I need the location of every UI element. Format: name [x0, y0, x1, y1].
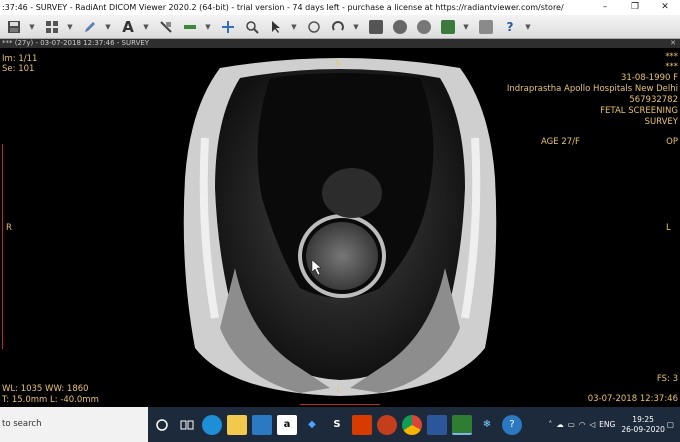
amazon-icon[interactable]: a: [277, 414, 297, 435]
patient-name-line2: ***: [665, 62, 678, 72]
chevron-down-icon[interactable]: ▼: [104, 18, 112, 36]
reset-icon[interactable]: [366, 18, 386, 36]
settings-icon[interactable]: [476, 18, 496, 36]
frame-sync: FS: 3: [656, 374, 678, 384]
patient-id: 567932782: [629, 95, 678, 105]
cursor-icon[interactable]: [266, 18, 286, 36]
pan-icon[interactable]: [304, 18, 324, 36]
close-button[interactable]: ✕: [650, 0, 680, 15]
clock[interactable]: 19:25 26-09-2020: [621, 415, 665, 435]
chrome-icon[interactable]: [402, 414, 422, 435]
3d-icon[interactable]: [414, 18, 434, 36]
maximize-button[interactable]: ❐: [620, 0, 650, 15]
word-icon[interactable]: [427, 414, 447, 435]
snowflake-icon[interactable]: ❄: [477, 415, 497, 435]
title-bar: :37:46 - SURVEY - RadiAnt DICOM Viewer 2…: [0, 0, 680, 15]
chevron-down-icon[interactable]: ▼: [204, 18, 212, 36]
office-icon[interactable]: [352, 414, 372, 435]
layout-grid-icon[interactable]: [42, 18, 62, 36]
chevron-down-icon[interactable]: ▼: [142, 18, 150, 36]
save-icon[interactable]: [4, 18, 24, 36]
orientation-right: L: [666, 223, 671, 233]
chevron-up-icon[interactable]: ˄: [548, 420, 552, 429]
patient-name-line1: ***: [665, 52, 678, 62]
orientation-top: S: [335, 59, 341, 69]
image-number: Im: 1/11: [2, 54, 38, 64]
dropbox-icon[interactable]: ◆: [302, 415, 322, 435]
text-annotation-icon[interactable]: A: [118, 18, 138, 36]
series-number: Se: 101: [2, 64, 35, 74]
chevron-down-icon[interactable]: ▼: [524, 18, 532, 36]
rotate-icon[interactable]: [328, 18, 348, 36]
slice-thickness: T: 15.0mm L: -40.0mm: [2, 395, 99, 405]
image-viewport[interactable]: Im: 1/11 Se: 101 S I R L *** *** 31-08-1…: [0, 48, 680, 407]
mpr-icon[interactable]: [390, 18, 410, 36]
horizontal-scale-ruler: [300, 402, 380, 405]
pencil-icon[interactable]: [80, 18, 100, 36]
minimize-button[interactable]: –: [590, 0, 620, 15]
chevron-down-icon[interactable]: ▼: [66, 18, 74, 36]
clock-date: 26-09-2020: [621, 424, 665, 434]
radiant-icon[interactable]: [452, 414, 472, 435]
edge-icon[interactable]: [202, 414, 222, 435]
taskbar-search-input[interactable]: to search: [0, 407, 148, 442]
chevron-down-icon[interactable]: ▼: [28, 18, 36, 36]
task-view-icon[interactable]: [177, 415, 197, 435]
draw-tools-icon[interactable]: [156, 18, 176, 36]
orientation-left: R: [6, 223, 12, 233]
volume-icon[interactable]: ◁: [589, 420, 595, 429]
study-datetime: 03-07-2018 12:37:46: [587, 394, 678, 404]
window-level: WL: 1035 WW: 1860: [2, 384, 89, 394]
series-close-button[interactable]: ✕: [670, 39, 676, 48]
orientation-bottom: I: [337, 386, 340, 396]
window-controls: – ❐ ✕: [590, 0, 680, 15]
powerpoint-icon[interactable]: [377, 414, 397, 435]
system-tray: ˄ ☁ ▭ ◠ ◁ ENG 19:25 26-09-2020 ▢: [546, 415, 680, 435]
export-icon[interactable]: [438, 18, 458, 36]
mail-icon[interactable]: [252, 414, 272, 435]
ruler-icon[interactable]: [180, 18, 200, 36]
wifi-icon[interactable]: ◠: [579, 420, 586, 429]
main-toolbar: ▼ ▼ ▼ A ▼ ▼ ▼ ▼ ▼ ? ▼: [0, 15, 680, 39]
help-icon[interactable]: ?: [502, 414, 522, 435]
series-label: *** (27y) - 03-07-2018 12:37:46 - SURVEY: [2, 39, 150, 47]
explorer-icon[interactable]: [227, 414, 247, 435]
patient-dob: 31-08-1990 F: [621, 73, 678, 83]
chevron-down-icon[interactable]: ▼: [290, 18, 298, 36]
app-s-icon[interactable]: S: [327, 415, 347, 435]
app-window: :37:46 - SURVEY - RadiAnt DICOM Viewer 2…: [0, 0, 680, 442]
window-title: :37:46 - SURVEY - RadiAnt DICOM Viewer 2…: [2, 3, 564, 12]
clock-time: 19:25: [632, 414, 654, 424]
mri-image: [183, 58, 497, 396]
series-description: SURVEY: [644, 117, 678, 127]
language-indicator[interactable]: ENG: [599, 420, 615, 429]
patient-position: OP: [666, 137, 678, 147]
cortana-icon[interactable]: [152, 415, 172, 435]
magnifier-icon[interactable]: [242, 18, 262, 36]
battery-icon[interactable]: ▭: [568, 420, 575, 429]
cloud-icon[interactable]: ☁: [556, 420, 564, 429]
chevron-down-icon[interactable]: ▼: [352, 18, 360, 36]
notifications-icon[interactable]: ▢: [667, 420, 674, 429]
series-tab-bar[interactable]: *** (27y) - 03-07-2018 12:37:46 - SURVEY…: [0, 39, 680, 48]
windows-taskbar: to search a ◆ S ❄ ? ˄ ☁ ▭ ◠ ◁ ENG 19:25 …: [0, 407, 680, 442]
study-description: FETAL SCREENING: [600, 106, 678, 116]
institution-name: Indraprastha Apollo Hospitals New Delhi: [506, 84, 678, 94]
crosshair-icon[interactable]: [218, 18, 238, 36]
chevron-down-icon[interactable]: ▼: [462, 18, 470, 36]
help-icon[interactable]: ?: [500, 18, 520, 36]
patient-age: AGE 27/F: [541, 137, 580, 147]
vertical-scale-ruler: [2, 144, 5, 349]
